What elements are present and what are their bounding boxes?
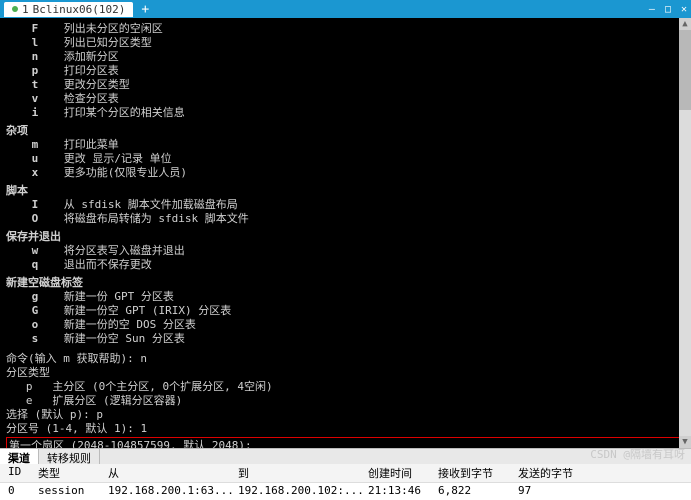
col-from[interactable]: 从 [104,465,234,481]
bottom-tabs: 渠道 转移规则 [0,448,691,464]
tab-label: Bclinux06(102) [33,3,126,16]
help-line: i 打印某个分区的相关信息 [6,106,685,120]
titlebar: 1 Bclinux06(102) + — □ ✕ [0,0,691,18]
connections-table: ID 类型 从 到 创建时间 接收到字节 发送的字节 0 session 192… [0,464,691,500]
help-line: n 添加新分区 [6,50,685,64]
col-to[interactable]: 到 [234,465,364,481]
window-controls: — □ ✕ [649,4,687,15]
cell-to: 192.168.200.102:... [234,484,364,497]
cell-tx: 97 [514,484,594,497]
prompt-n: 命令(输入 m 获取帮助): n [6,352,685,366]
cell-rx: 6,822 [434,484,514,497]
partition-num: 分区号 (1-4, 默认 1): 1 [6,422,685,436]
help-line: G 新建一份空 GPT (IRIX) 分区表 [6,304,685,318]
tab-number: 1 [22,3,29,16]
help-line: u 更改 显示/记录 单位 [6,152,685,166]
table-header: ID 类型 从 到 创建时间 接收到字节 发送的字节 [0,464,691,483]
section-save: 保存并退出 [6,230,685,244]
cell-type: session [34,484,104,497]
first-sector: 第一个扇区 (2048-104857599, 默认 2048): [9,439,682,448]
tab-transfer-rules[interactable]: 转移规则 [39,449,100,464]
cell-from: 192.168.200.1:63... [104,484,234,497]
scroll-thumb[interactable] [679,30,691,110]
ptype-e: e 扩展分区 (逻辑分区容器) [6,394,685,408]
maximize-icon[interactable]: □ [665,4,671,15]
status-dot-icon [12,6,18,12]
section-misc: 杂项 [6,124,685,138]
section-new: 新建空磁盘标签 [6,276,685,290]
close-icon[interactable]: ✕ [681,4,687,15]
help-line: p 打印分区表 [6,64,685,78]
help-line: I 从 sfdisk 脚本文件加载磁盘布局 [6,198,685,212]
help-line: v 检查分区表 [6,92,685,106]
help-line: s 新建一份空 Sun 分区表 [6,332,685,346]
help-line: g 新建一份 GPT 分区表 [6,290,685,304]
ptype-p: p 主分区 (0个主分区, 0个扩展分区, 4空闲) [6,380,685,394]
help-line: m 打印此菜单 [6,138,685,152]
help-line: l 列出已知分区类型 [6,36,685,50]
help-line: w 将分区表写入磁盘并退出 [6,244,685,258]
minimize-icon[interactable]: — [649,4,655,15]
col-ctime[interactable]: 创建时间 [364,465,434,481]
cell-ctime: 21:13:46 [364,484,434,497]
scrollbar[interactable]: ▲ ▼ [679,18,691,448]
help-line: o 新建一份的空 DOS 分区表 [6,318,685,332]
terminal[interactable]: F 列出未分区的空闲区 l 列出已知分区类型 n 添加新分区 p 打印分区表 t… [0,18,691,448]
add-tab-button[interactable]: + [135,2,155,17]
col-type[interactable]: 类型 [34,465,104,481]
scroll-down-icon[interactable]: ▼ [679,436,691,448]
section-script: 脚本 [6,184,685,198]
col-rx[interactable]: 接收到字节 [434,465,514,481]
table-row[interactable]: 0 session 192.168.200.1:63... 192.168.20… [0,483,691,498]
ptype-label: 分区类型 [6,366,685,380]
session-tab[interactable]: 1 Bclinux06(102) [4,2,133,17]
highlight-box: 第一个扇区 (2048-104857599, 默认 2048): 上个扇区, +… [6,437,685,448]
tab-channel[interactable]: 渠道 [0,449,39,464]
help-line: x 更多功能(仅限专业人员) [6,166,685,180]
col-id[interactable]: ID [4,465,34,481]
help-line: t 更改分区类型 [6,78,685,92]
help-line: O 将磁盘布局转储为 sfdisk 脚本文件 [6,212,685,226]
col-tx[interactable]: 发送的字节 [514,465,594,481]
help-line: q 退出而不保存更改 [6,258,685,272]
cell-id: 0 [4,484,34,497]
help-line: F 列出未分区的空闲区 [6,22,685,36]
select-p: 选择 (默认 p): p [6,408,685,422]
scroll-up-icon[interactable]: ▲ [679,18,691,30]
